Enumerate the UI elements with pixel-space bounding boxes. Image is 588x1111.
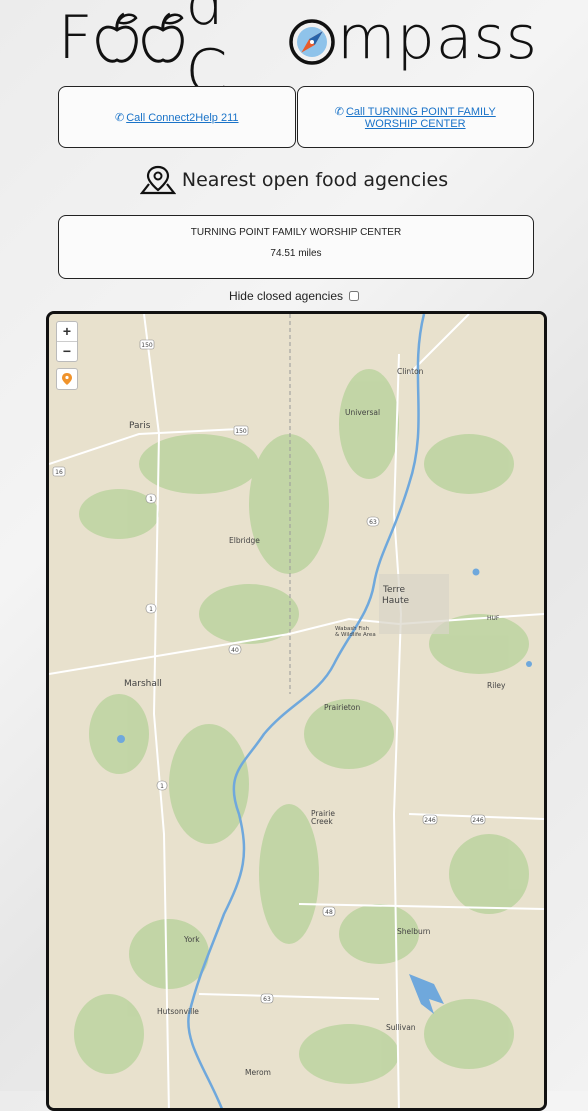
place-wabash-2: & Wildlife Area xyxy=(335,632,376,638)
zoom-control: + − xyxy=(56,321,78,362)
place-elbridge: Elbridge xyxy=(229,536,260,545)
place-hutsonville: Hutsonville xyxy=(157,1007,199,1016)
shield-246a: 246 xyxy=(424,817,436,824)
shield-1c: 1 xyxy=(160,783,164,790)
place-riley: Riley xyxy=(487,681,506,690)
call-211-button[interactable]: ✆ Call Connect2Help 211 xyxy=(58,86,296,148)
hide-closed-label: Hide closed agencies xyxy=(228,289,344,303)
agency-card[interactable]: TURNING POINT FAMILY WORSHIP CENTER 74.5… xyxy=(58,215,534,279)
shield-246b: 246 xyxy=(472,817,484,824)
logo-text-f: F xyxy=(58,3,94,73)
shield-16: 16 xyxy=(55,469,63,476)
place-york: York xyxy=(183,935,200,944)
place-haute: Haute xyxy=(382,596,410,606)
shield-40: 40 xyxy=(231,647,239,654)
place-creek: Creek xyxy=(311,817,333,826)
shield-63: 63 xyxy=(369,519,377,526)
place-shelburn: Shelburn xyxy=(397,927,431,936)
call-agency-label: Call TURNING POINT FAMILY WORSHIP CENTER xyxy=(345,105,496,130)
place-prairieton: Prairieton xyxy=(324,703,360,712)
call-211-label: Call Connect2Help 211 xyxy=(126,111,239,124)
nearest-heading: Nearest open food agencies xyxy=(0,162,588,198)
map-tiles: Clinton Universal Paris Elbridge Terre H… xyxy=(49,314,544,1108)
place-merom: Merom xyxy=(245,1068,271,1077)
shield-48: 48 xyxy=(325,909,333,916)
shield-63b: 63 xyxy=(263,996,271,1003)
shield-1b: 1 xyxy=(149,606,153,613)
call-buttons-row: ✆ Call Connect2Help 211 ✆ Call TURNING POI… xyxy=(58,86,534,148)
zoom-out-button[interactable]: − xyxy=(57,341,77,361)
shield-150b: 150 xyxy=(235,428,247,435)
phone-icon: ✆ xyxy=(114,111,125,124)
hide-closed-checkbox[interactable] xyxy=(349,291,360,301)
call-agency-button[interactable]: ✆ Call TURNING POINT FAMILY WORSHIP CENTE… xyxy=(296,86,534,148)
place-terre: Terre xyxy=(382,585,406,595)
map-pin-icon xyxy=(139,165,176,195)
location-marker-icon xyxy=(62,373,72,385)
agency-name: TURNING POINT FAMILY WORSHIP CENTER xyxy=(190,227,402,238)
agency-distance: 74.51 miles xyxy=(270,248,322,259)
place-sullivan: Sullivan xyxy=(386,1023,416,1032)
hide-closed-filter: Hide closed agencies xyxy=(0,287,588,305)
locate-button[interactable] xyxy=(56,368,78,390)
shield-1a: 1 xyxy=(149,496,153,503)
shield-150a: 150 xyxy=(141,342,153,349)
apple-icon xyxy=(94,8,140,68)
place-paris: Paris xyxy=(129,421,151,431)
phone-icon: ✆ xyxy=(334,105,344,118)
logo-text-mpass: mpass xyxy=(337,3,538,73)
heading-text: Nearest open food agencies xyxy=(181,169,449,191)
map[interactable]: Clinton Universal Paris Elbridge Terre H… xyxy=(46,311,547,1111)
compass-icon xyxy=(287,8,337,68)
zoom-in-button[interactable]: + xyxy=(57,322,77,341)
apple-icon xyxy=(140,8,186,68)
place-clinton: Clinton xyxy=(397,367,424,376)
place-universal: Universal xyxy=(345,408,380,417)
food-compass-logo: F d C mpass xyxy=(58,0,538,106)
place-huf: HUF xyxy=(487,615,500,622)
place-marshall: Marshall xyxy=(124,679,162,689)
